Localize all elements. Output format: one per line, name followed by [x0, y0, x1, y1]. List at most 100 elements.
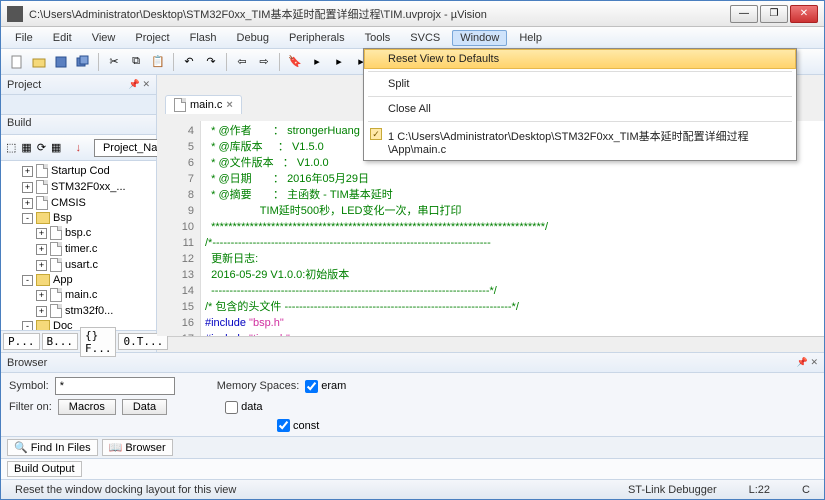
- tree-item[interactable]: + main.c: [5, 287, 154, 303]
- folder-icon: [36, 320, 50, 330]
- horizontal-scrollbar[interactable]: [157, 336, 824, 352]
- batch-build-icon[interactable]: ▦: [50, 138, 62, 158]
- pin-icon[interactable]: 📌 ✕: [129, 79, 150, 90]
- menu-debug[interactable]: Debug: [229, 30, 277, 46]
- cut-icon[interactable]: ✂: [104, 52, 124, 72]
- file-icon: [36, 164, 48, 178]
- data-checkbox[interactable]: [225, 401, 238, 414]
- data-cb-label: data: [241, 401, 262, 413]
- eram-checkbox[interactable]: [305, 380, 318, 393]
- tree-item[interactable]: +timer.c: [5, 241, 154, 257]
- browser-icon: 📖: [109, 441, 123, 454]
- tree-item[interactable]: + bsp.c: [5, 225, 154, 241]
- project-bottom-tab[interactable]: P...: [3, 333, 40, 350]
- tree-toggle-icon[interactable]: +: [36, 260, 47, 271]
- tree-toggle-icon[interactable]: -: [22, 321, 33, 331]
- bookmark-next-icon[interactable]: ▸: [329, 52, 349, 72]
- maximize-button[interactable]: ❐: [760, 5, 788, 23]
- tree-toggle-icon[interactable]: +: [22, 166, 33, 177]
- menu-project[interactable]: Project: [127, 30, 177, 46]
- nav-fwd-icon[interactable]: ⇨: [254, 52, 274, 72]
- open-icon[interactable]: [29, 52, 49, 72]
- window-title: C:\Users\Administrator\Desktop\STM32F0xx…: [29, 6, 730, 22]
- symbol-input[interactable]: [55, 377, 175, 395]
- bookmark-prev-icon[interactable]: ▸: [307, 52, 327, 72]
- download-icon[interactable]: ↓: [74, 138, 82, 158]
- browser-title: Browser: [7, 357, 47, 369]
- paste-icon[interactable]: 📋: [148, 52, 168, 72]
- undo-icon[interactable]: ↶: [179, 52, 199, 72]
- app-icon: [7, 6, 23, 22]
- build-icon[interactable]: ▦: [20, 138, 32, 158]
- tree-toggle-icon[interactable]: +: [22, 198, 33, 209]
- menu-peripherals[interactable]: Peripherals: [281, 30, 353, 46]
- menu-window[interactable]: Window: [452, 30, 507, 46]
- tree-item[interactable]: - App: [5, 273, 154, 287]
- tree-toggle-icon[interactable]: +: [36, 244, 47, 255]
- data-button[interactable]: Data: [122, 399, 167, 415]
- tree-label: Startup Cod: [51, 165, 110, 177]
- menu-close-all[interactable]: Close All: [364, 99, 796, 119]
- tree-item[interactable]: +stm32f0...: [5, 303, 154, 319]
- browser-pin-icon[interactable]: 📌 ✕: [797, 357, 818, 368]
- tree-label: main.c: [65, 289, 97, 301]
- const-checkbox[interactable]: [277, 419, 290, 432]
- menu-view[interactable]: View: [84, 30, 124, 46]
- tree-item[interactable]: +STM32F0xx_...: [5, 179, 154, 195]
- save-all-icon[interactable]: [73, 52, 93, 72]
- tree-toggle-icon[interactable]: +: [36, 306, 47, 317]
- macros-button[interactable]: Macros: [58, 399, 116, 415]
- nav-back-icon[interactable]: ⇦: [232, 52, 252, 72]
- file-icon: [50, 242, 62, 256]
- symbol-label: Symbol:: [9, 380, 49, 392]
- build-bar: Build: [1, 115, 156, 135]
- tree-toggle-icon[interactable]: +: [36, 290, 47, 301]
- folder-icon: [36, 212, 50, 224]
- menu-reset-view[interactable]: Reset View to Defaults: [364, 49, 796, 69]
- tree-toggle-icon[interactable]: -: [22, 213, 33, 224]
- copy-icon[interactable]: ⧉: [126, 52, 146, 72]
- tree-label: App: [53, 274, 73, 286]
- tree-item[interactable]: + Startup Cod: [5, 163, 154, 179]
- tree-toggle-icon[interactable]: +: [22, 182, 33, 193]
- menu-help[interactable]: Help: [511, 30, 550, 46]
- build-target-icon[interactable]: ⬚: [5, 138, 17, 158]
- menu-flash[interactable]: Flash: [182, 30, 225, 46]
- save-icon[interactable]: [51, 52, 71, 72]
- minimize-button[interactable]: —: [730, 5, 758, 23]
- menu-svcs[interactable]: SVCS: [402, 30, 448, 46]
- check-icon: ✓: [370, 128, 382, 140]
- tree-label: bsp.c: [65, 227, 91, 239]
- project-bottom-tab[interactable]: {} F...: [80, 327, 116, 357]
- menu-recent-file[interactable]: ✓ 1 C:\Users\Administrator\Desktop\STM32…: [364, 124, 796, 160]
- redo-icon[interactable]: ↷: [201, 52, 221, 72]
- tree-item[interactable]: +usart.c: [5, 257, 154, 273]
- tab-build-output[interactable]: Build Output: [7, 461, 82, 477]
- eram-label: eram: [321, 380, 346, 392]
- tree-item[interactable]: +CMSIS: [5, 195, 154, 211]
- tree-toggle-icon[interactable]: +: [36, 228, 47, 239]
- recent-path: C:\Users\Administrator\Desktop\STM32F0xx…: [388, 131, 749, 156]
- bookmark-icon[interactable]: 🔖: [285, 52, 305, 72]
- project-tree[interactable]: + Startup Cod +STM32F0xx_...+CMSIS-Bsp + bsp…: [1, 161, 156, 330]
- close-button[interactable]: ✕: [790, 5, 818, 23]
- menu-edit[interactable]: Edit: [45, 30, 80, 46]
- tab-find-in-files[interactable]: 🔍Find In Files: [7, 439, 98, 456]
- recent-prefix: 1: [388, 131, 394, 143]
- editor-tab-main[interactable]: main.c ×: [165, 95, 242, 114]
- tab-browser[interactable]: 📖Browser: [102, 439, 173, 456]
- window-menu-dropdown: Reset View to Defaults Split Close All ✓…: [363, 48, 797, 161]
- menu-split[interactable]: Split: [364, 74, 796, 94]
- tree-item[interactable]: -Bsp: [5, 211, 154, 225]
- close-tab-icon[interactable]: ×: [226, 99, 232, 111]
- rebuild-icon[interactable]: ⟳: [36, 138, 47, 158]
- new-file-icon[interactable]: [7, 52, 27, 72]
- project-bottom-tab[interactable]: B...: [42, 333, 79, 350]
- menu-tools[interactable]: Tools: [357, 30, 399, 46]
- tree-toggle-icon[interactable]: -: [22, 275, 33, 286]
- menu-file[interactable]: File: [7, 30, 41, 46]
- project-title-text: Project: [7, 79, 41, 91]
- menubar: FileEditViewProject FlashDebugPeripherals…: [1, 27, 824, 49]
- status-col: C: [796, 484, 816, 496]
- file-icon: [50, 304, 62, 318]
